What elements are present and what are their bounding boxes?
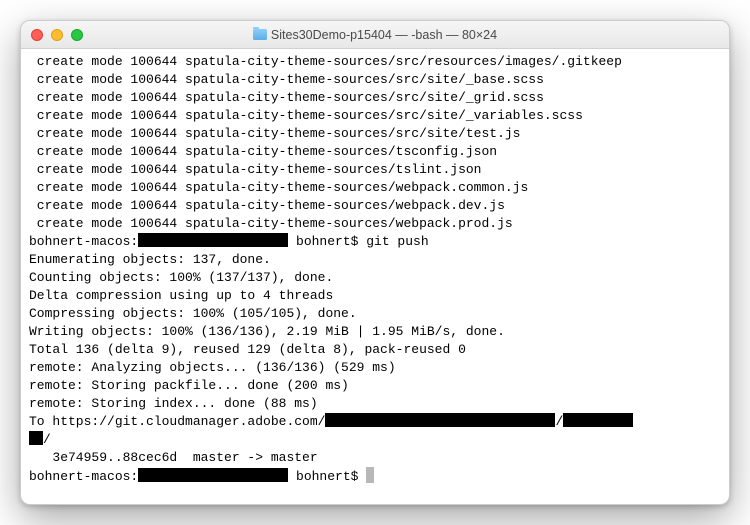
terminal-window: Sites30Demo-p15404 — -bash — 80×24 creat… bbox=[20, 20, 730, 505]
output-line: 3e74959..88cec6d master -> master bbox=[29, 449, 721, 467]
output-line: remote: Storing index... done (88 ms) bbox=[29, 395, 721, 413]
output-line: create mode 100644 spatula-city-theme-so… bbox=[29, 179, 721, 197]
redacted-text bbox=[563, 413, 633, 427]
output-line: To https://git.cloudmanager.adobe.com// bbox=[29, 413, 721, 431]
output-line: / bbox=[29, 431, 721, 449]
redacted-text bbox=[29, 431, 43, 445]
window-title-text: Sites30Demo-p15404 — -bash — 80×24 bbox=[271, 28, 497, 42]
output-line: create mode 100644 spatula-city-theme-so… bbox=[29, 53, 721, 71]
output-line: create mode 100644 spatula-city-theme-so… bbox=[29, 71, 721, 89]
output-line: create mode 100644 spatula-city-theme-so… bbox=[29, 215, 721, 233]
output-line: Counting objects: 100% (137/137), done. bbox=[29, 269, 721, 287]
output-line: create mode 100644 spatula-city-theme-so… bbox=[29, 161, 721, 179]
output-line: Compressing objects: 100% (105/105), don… bbox=[29, 305, 721, 323]
redacted-text bbox=[138, 233, 288, 247]
prompt-line: bohnert-macos: bohnert$ git push bbox=[29, 233, 721, 251]
output-line: create mode 100644 spatula-city-theme-so… bbox=[29, 125, 721, 143]
output-line: Writing objects: 100% (136/136), 2.19 Mi… bbox=[29, 323, 721, 341]
minimize-icon[interactable] bbox=[51, 29, 63, 41]
window-title: Sites30Demo-p15404 — -bash — 80×24 bbox=[21, 28, 729, 42]
prompt-line: bohnert-macos: bohnert$ bbox=[29, 467, 721, 486]
output-line: create mode 100644 spatula-city-theme-so… bbox=[29, 197, 721, 215]
cursor bbox=[366, 467, 374, 483]
zoom-icon[interactable] bbox=[71, 29, 83, 41]
terminal-body[interactable]: create mode 100644 spatula-city-theme-so… bbox=[21, 49, 729, 504]
output-line: create mode 100644 spatula-city-theme-so… bbox=[29, 89, 721, 107]
output-line: create mode 100644 spatula-city-theme-so… bbox=[29, 107, 721, 125]
redacted-text bbox=[325, 413, 555, 427]
folder-icon bbox=[253, 29, 267, 40]
output-line: remote: Analyzing objects... (136/136) (… bbox=[29, 359, 721, 377]
titlebar[interactable]: Sites30Demo-p15404 — -bash — 80×24 bbox=[21, 21, 729, 49]
redacted-text bbox=[138, 468, 288, 482]
traffic-lights bbox=[31, 29, 83, 41]
output-line: remote: Storing packfile... done (200 ms… bbox=[29, 377, 721, 395]
output-line: Enumerating objects: 137, done. bbox=[29, 251, 721, 269]
output-line: Delta compression using up to 4 threads bbox=[29, 287, 721, 305]
close-icon[interactable] bbox=[31, 29, 43, 41]
output-line: create mode 100644 spatula-city-theme-so… bbox=[29, 143, 721, 161]
output-line: Total 136 (delta 9), reused 129 (delta 8… bbox=[29, 341, 721, 359]
